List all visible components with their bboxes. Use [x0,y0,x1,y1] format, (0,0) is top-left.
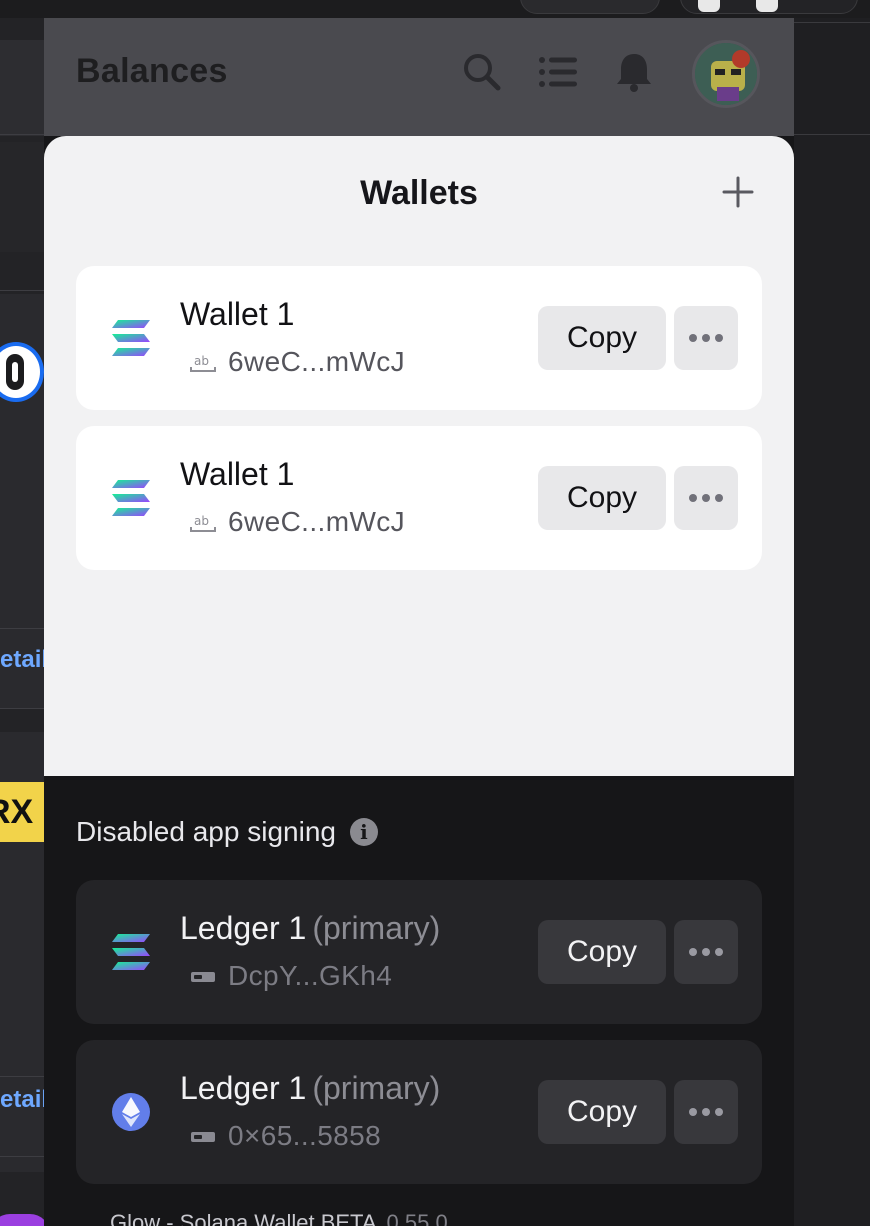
wallets-drawer: Wallets Wallet 1 ab 6weC...mWcJ Copy Wal… [44,136,794,776]
copy-button[interactable]: Copy [538,466,666,530]
wallet-card[interactable]: Wallet 1 ab 6weC...mWcJ Copy [76,426,762,570]
rx-badge: RX [0,782,44,842]
wallet-extension-popup: Balances Wallets Wallet 1 ab 6weC...mWcJ… [44,18,794,1226]
browser-pill [520,0,660,14]
primary-tag: (primary) [312,910,441,946]
extension-icon[interactable] [698,0,720,12]
search-icon[interactable] [460,50,504,94]
wallet-address: DcpY...GKh4 [228,960,393,991]
wallet-name: Wallet 1 [180,456,295,492]
copy-button[interactable]: Copy [538,1080,666,1144]
background-page-left [0,18,44,1226]
disabled-signing-label: Disabled app signing i [76,816,378,848]
wallet-name: Wallet 1 [180,296,295,332]
primary-tag: (primary) [312,1070,441,1106]
divider [0,708,44,709]
plus-icon[interactable] [716,174,760,210]
wallet-name: Ledger 1 (primary) [180,910,441,946]
detail-link[interactable]: etail [0,1086,48,1114]
svg-text:ab: ab [194,514,209,528]
divider [794,22,870,23]
page-title: Balances [76,52,228,90]
divider [0,134,44,135]
detail-link[interactable]: etail [0,646,48,674]
extension-footer: Glow - Solana Wallet BETA 0.55.0 [110,1210,448,1226]
extension-icon[interactable] [756,0,778,12]
solana-icon [112,934,150,970]
divider [794,134,870,135]
svg-text:ab: ab [194,354,209,368]
divider [0,1156,44,1157]
hardware-key-icon [191,972,215,982]
wallet-address: 6weC...mWcJ [228,506,406,537]
more-icon[interactable] [674,466,738,530]
app-name: Glow - Solana Wallet BETA [110,1210,377,1226]
avatar[interactable] [692,40,760,108]
divider [0,290,44,291]
background-block [0,142,44,252]
copy-button[interactable]: Copy [538,306,666,370]
more-icon[interactable] [674,306,738,370]
solana-icon [112,480,150,516]
copy-button[interactable]: Copy [538,920,666,984]
background-page-right [794,18,870,1226]
bell-icon[interactable] [612,50,656,94]
text-address-icon: ab [190,514,216,532]
ethereum-icon [112,1093,150,1131]
divider [0,628,44,629]
list-icon[interactable] [536,50,580,94]
balances-header: Balances [44,18,794,136]
more-icon[interactable] [674,1080,738,1144]
divider [0,1076,44,1077]
wallet-address: 6weC...mWcJ [228,346,406,377]
background-block [0,40,44,136]
app-version: 0.55.0 [386,1210,448,1226]
text-address-icon: ab [190,354,216,372]
browser-toolbar-strip [0,0,870,18]
ledger-wallet-card[interactable]: Ledger 1 (primary) 0×65...5858 Copy [76,1040,762,1184]
wallet-address: 0×65...5858 [228,1120,382,1151]
ledger-wallet-card[interactable]: Ledger 1 (primary) DcpY...GKh4 Copy [76,880,762,1024]
more-icon[interactable] [674,920,738,984]
hardware-key-icon [191,1132,215,1142]
drawer-title: Wallets [360,174,478,212]
wallet-name: Ledger 1 (primary) [180,1070,441,1106]
wallet-card[interactable]: Wallet 1 ab 6weC...mWcJ Copy [76,266,762,410]
info-icon[interactable]: i [349,818,378,846]
solana-icon [112,320,150,356]
